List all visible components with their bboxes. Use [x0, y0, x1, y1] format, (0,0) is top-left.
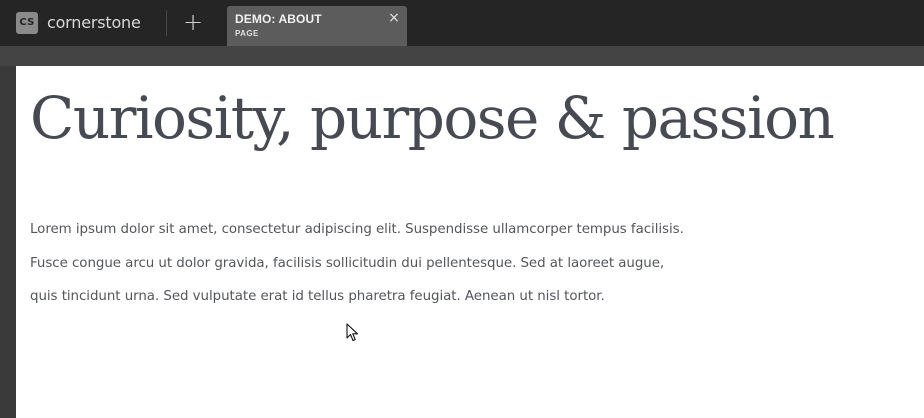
mouse-cursor-icon: [346, 323, 359, 342]
plus-icon: +: [182, 8, 204, 36]
toolbar-divider: [166, 10, 167, 36]
top-bar: CS cornerstone + DEMO: ABOUT PAGE ×: [0, 0, 924, 46]
tab-demo-about[interactable]: DEMO: ABOUT PAGE ×: [227, 6, 407, 46]
brand[interactable]: CS cornerstone: [16, 11, 141, 34]
add-tab-button[interactable]: +: [178, 8, 208, 38]
tab-title: DEMO: ABOUT: [235, 12, 322, 26]
page-preview[interactable]: Curiosity, purpose & passion Lorem ipsum…: [16, 66, 924, 418]
brand-name: cornerstone: [47, 13, 141, 32]
cornerstone-logo-icon: CS: [16, 11, 38, 34]
page-headline[interactable]: Curiosity, purpose & passion: [30, 84, 835, 152]
page-body-text[interactable]: Lorem ipsum dolor sit amet, consectetur …: [30, 213, 690, 314]
preview-frame-top: [0, 46, 924, 66]
tab-subtitle: PAGE: [235, 29, 259, 38]
close-icon[interactable]: ×: [387, 10, 401, 26]
